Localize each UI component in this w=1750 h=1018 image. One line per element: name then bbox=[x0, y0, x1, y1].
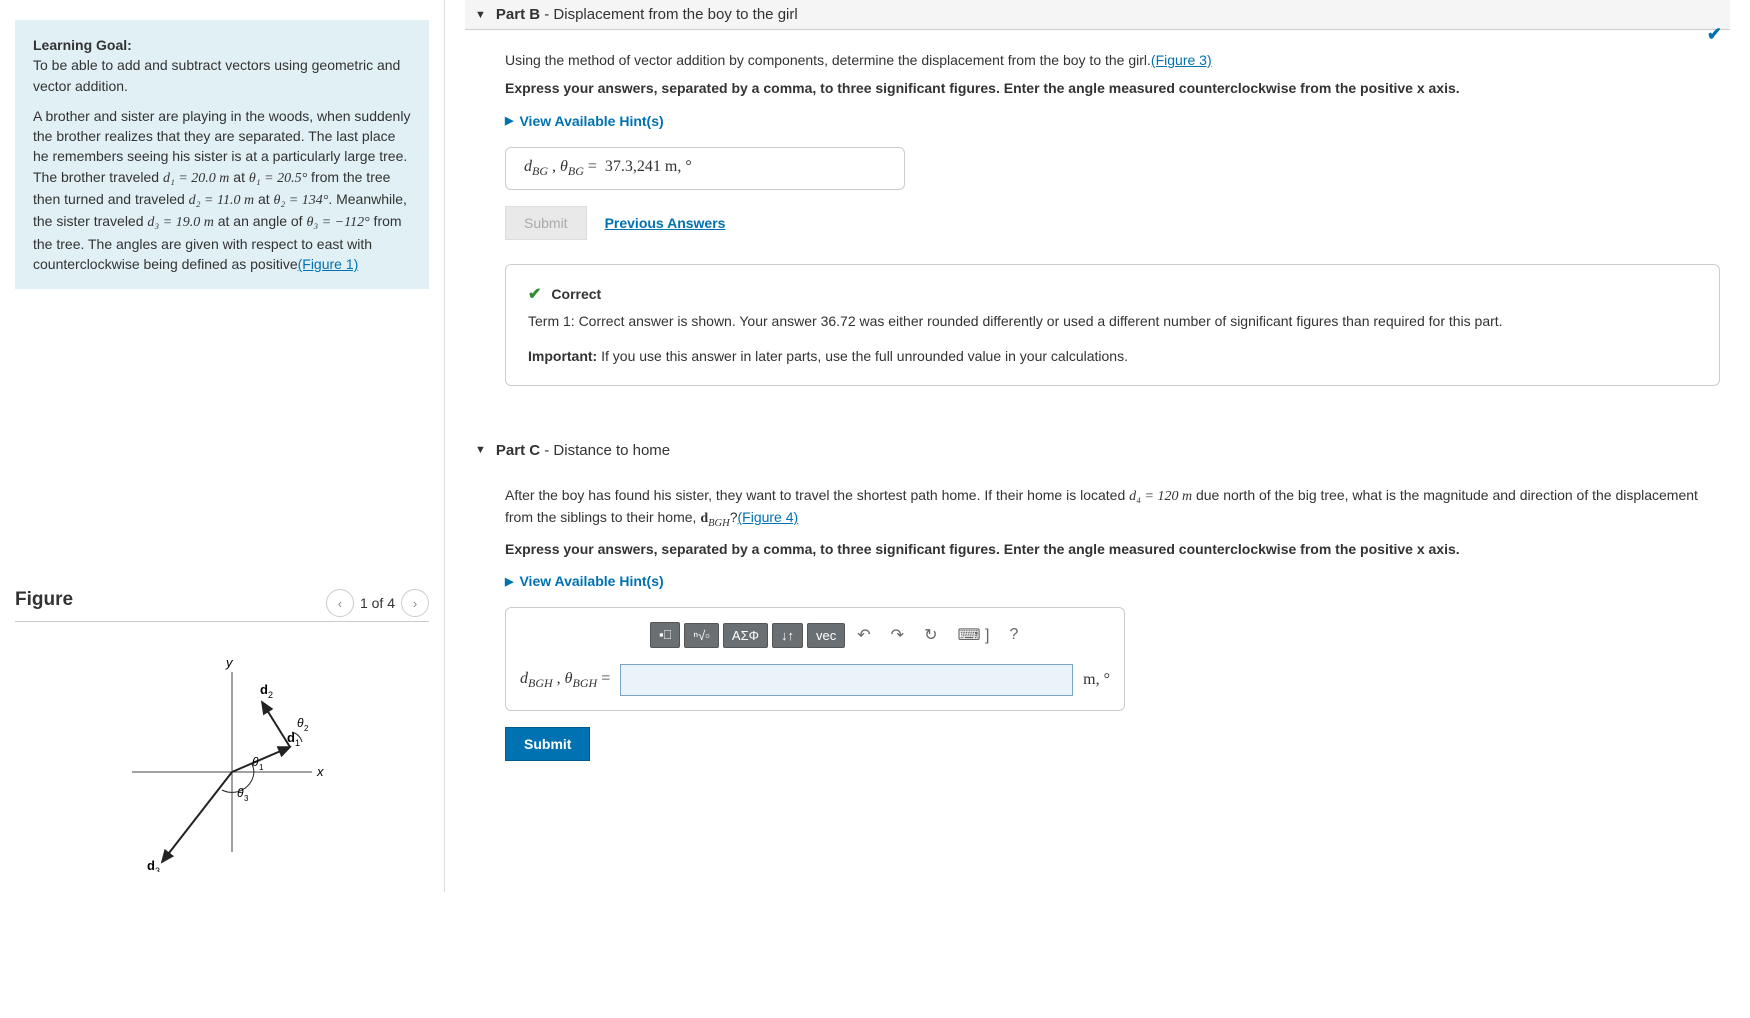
root-tool-icon[interactable]: ⁿ√▫ bbox=[684, 623, 719, 648]
divider bbox=[15, 621, 429, 622]
collapse-icon: ▼ bbox=[475, 444, 486, 456]
part-b-instructions: Express your answers, separated by a com… bbox=[505, 78, 1720, 98]
greek-tool-button[interactable]: ΑΣΦ bbox=[723, 623, 768, 648]
part-c-answer-field: ▪⎕ ⁿ√▫ ΑΣΦ ↓↑ vec ↶ ↷ ↻ ⌨ ] ? dBGH , θBG… bbox=[505, 607, 1125, 711]
svg-text:x: x bbox=[316, 764, 324, 779]
help-icon[interactable]: ? bbox=[1001, 624, 1026, 646]
view-hints-b[interactable]: ▶ View Available Hint(s) bbox=[505, 113, 1720, 129]
part-c-prompt: After the boy has found his sister, they… bbox=[505, 485, 1720, 531]
svg-text:θ: θ bbox=[297, 716, 304, 730]
keyboard-icon[interactable]: ⌨ ] bbox=[949, 623, 997, 647]
figure-next-button[interactable]: › bbox=[401, 589, 429, 617]
feedback-text: Term 1: Correct answer is shown. Your an… bbox=[528, 311, 1697, 332]
reset-icon[interactable]: ↻ bbox=[916, 623, 945, 647]
expand-icon: ▶ bbox=[505, 114, 513, 127]
goal-problem-text: A brother and sister are playing in the … bbox=[33, 106, 411, 274]
learning-goal-box: Learning Goal: To be able to add and sub… bbox=[15, 20, 429, 289]
figure-4-link[interactable]: (Figure 4) bbox=[738, 509, 799, 525]
part-b-answer-display: dBG , θBG = 37.3,241 m, ° bbox=[505, 147, 905, 190]
svg-text:2: 2 bbox=[304, 724, 309, 733]
figure-1-link[interactable]: (Figure 1) bbox=[298, 256, 359, 272]
figure-counter: 1 of 4 bbox=[360, 595, 395, 611]
check-icon: ✔ bbox=[528, 283, 541, 307]
part-c-units: m, ° bbox=[1083, 671, 1110, 689]
svg-text:3: 3 bbox=[244, 794, 249, 803]
part-c-header[interactable]: ▼ Part C - Distance to home bbox=[465, 436, 1730, 465]
subscript-tool-icon[interactable]: ↓↑ bbox=[772, 623, 803, 648]
goal-heading: Learning Goal: bbox=[33, 35, 411, 55]
view-hints-c[interactable]: ▶ View Available Hint(s) bbox=[505, 573, 1720, 589]
svg-text:y: y bbox=[225, 655, 234, 670]
svg-text:3: 3 bbox=[155, 866, 160, 872]
previous-answers-link[interactable]: Previous Answers bbox=[605, 215, 726, 231]
fraction-tool-icon[interactable]: ▪⎕ bbox=[650, 622, 680, 648]
redo-icon[interactable]: ↷ bbox=[883, 623, 912, 647]
part-c-variable-label: dBGH , θBGH = bbox=[520, 670, 610, 691]
figure-3-link[interactable]: (Figure 3) bbox=[1151, 52, 1212, 68]
svg-text:2: 2 bbox=[268, 690, 273, 700]
submit-button-b: Submit bbox=[505, 206, 587, 240]
collapse-icon: ▼ bbox=[475, 9, 486, 21]
undo-icon[interactable]: ↶ bbox=[849, 623, 878, 647]
goal-text-1: To be able to add and subtract vectors u… bbox=[33, 55, 411, 96]
figure-1-diagram: x y d1 θ1 d2 θ2 d3 θ3 bbox=[92, 652, 352, 872]
part-c-instructions: Express your answers, separated by a com… bbox=[505, 539, 1720, 559]
vector-tool-button[interactable]: vec bbox=[807, 623, 845, 648]
part-c-answer-input[interactable] bbox=[620, 664, 1073, 696]
figure-heading: Figure ‹ 1 of 4 › bbox=[15, 589, 429, 611]
submit-button-c[interactable]: Submit bbox=[505, 727, 590, 761]
svg-text:θ: θ bbox=[237, 786, 244, 800]
svg-text:d: d bbox=[260, 682, 268, 697]
check-icon: ✔ bbox=[1707, 24, 1722, 45]
expand-icon: ▶ bbox=[505, 575, 513, 588]
feedback-box: ✔Correct Term 1: Correct answer is shown… bbox=[505, 264, 1720, 386]
part-b-header[interactable]: ▼ Part B - Displacement from the boy to … bbox=[465, 0, 1730, 30]
svg-text:1: 1 bbox=[259, 763, 264, 772]
figure-prev-button[interactable]: ‹ bbox=[326, 589, 354, 617]
svg-text:1: 1 bbox=[295, 738, 300, 748]
svg-text:θ: θ bbox=[252, 755, 259, 769]
svg-text:d: d bbox=[147, 858, 155, 872]
part-b-prompt: Using the method of vector addition by c… bbox=[505, 50, 1720, 70]
